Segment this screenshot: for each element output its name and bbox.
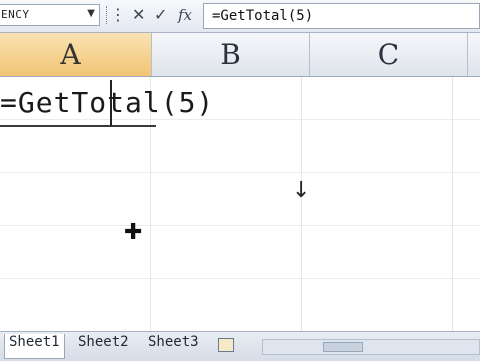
options-icon[interactable]: ⋮ [110, 4, 126, 26]
column-headers: A B C [0, 33, 480, 77]
chevron-down-icon[interactable]: ▼ [87, 8, 95, 19]
formula-input[interactable]: =GetTotal(5) [203, 3, 480, 29]
enter-icon[interactable]: ✓ [154, 4, 167, 26]
sheet-tab-bar: Sheet1 Sheet2 Sheet3 [0, 331, 480, 361]
scrollbar-thumb[interactable] [323, 342, 363, 352]
insert-sheet-icon[interactable] [218, 338, 234, 352]
tab-sheet3[interactable]: Sheet3 [148, 334, 199, 358]
formula-text: =GetTotal(5) [212, 8, 314, 24]
name-box-value: ENCY [1, 8, 30, 21]
insert-function-icon[interactable]: fx [178, 4, 192, 26]
cell-select-cursor-icon: ✚ [124, 220, 143, 245]
cancel-icon[interactable]: ✕ [132, 4, 145, 26]
name-box[interactable]: ENCY ▼ [0, 4, 100, 26]
formula-bar-row: ENCY ▼ ⋮ ✕ ✓ fx =GetTotal(5) [0, 0, 480, 33]
mouse-pointer-icon: ↓ [292, 178, 311, 203]
column-header-c[interactable]: C [310, 33, 468, 76]
horizontal-scrollbar[interactable] [262, 339, 480, 355]
column-header-b[interactable]: B [152, 33, 310, 76]
tab-sheet2[interactable]: Sheet2 [78, 334, 129, 358]
cell-a1-content: =GetTotal(5) [0, 86, 215, 119]
text-caret [110, 80, 112, 126]
formula-buttons: ⋮ ✕ ✓ fx [110, 4, 200, 26]
tab-sheet1[interactable]: Sheet1 [4, 334, 65, 359]
column-header-a[interactable]: A [0, 33, 152, 76]
